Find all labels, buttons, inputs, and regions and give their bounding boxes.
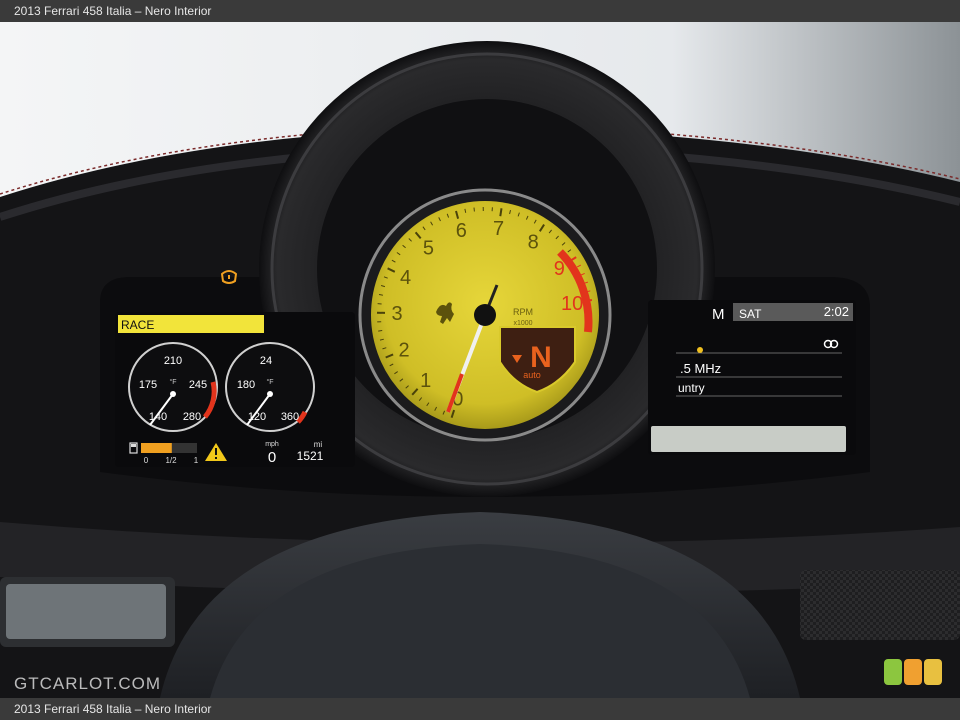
tach-needle-hub — [474, 304, 496, 326]
tach-tick — [378, 330, 383, 332]
tach-number: 6 — [456, 220, 467, 242]
radio-band: M — [712, 306, 725, 323]
radio-frequency: .5 MHz — [680, 361, 721, 376]
fuel-label-empty: 0 — [144, 456, 149, 465]
left-vent-reflection — [6, 584, 166, 639]
gauge1-label-bottom-right: 280 — [183, 411, 201, 423]
tach-number: 3 — [391, 303, 402, 325]
tach-number: 9 — [554, 258, 565, 280]
gauge2-hub — [267, 391, 273, 397]
radio-status-bar — [651, 426, 846, 452]
clock-time: 2:02 — [824, 304, 849, 319]
fuel-bar-fill — [141, 443, 172, 453]
gauge1-hub — [170, 391, 176, 397]
gauge2-label-top: 24 — [260, 355, 272, 367]
tach-number: 7 — [493, 218, 504, 240]
tach-tick — [583, 299, 593, 303]
odometer-unit: mi — [314, 440, 323, 449]
gauge2-unit: °F — [266, 378, 273, 386]
tach-number: 10 — [561, 293, 583, 315]
fuel-label-half: 1/2 — [165, 456, 177, 465]
tach-number: 5 — [423, 238, 434, 260]
caption-top: 2013 Ferrari 458 Italia – Nero Interior — [0, 0, 960, 22]
dashboard-scene: 0123456 78910 RPM x1000 N auto RACE 210 1… — [0, 22, 960, 698]
tach-number: 4 — [400, 267, 411, 289]
tach-number: 8 — [528, 231, 539, 253]
tach-tick — [378, 294, 383, 296]
gauge1-unit: °F — [169, 378, 176, 386]
speed-value: 0 — [268, 449, 276, 466]
fuel-label-full: 1 — [194, 456, 199, 465]
speed-unit: mph — [265, 441, 279, 448]
race-mode-label: RACE — [121, 318, 154, 332]
tach-unit-x1000: x1000 — [513, 320, 532, 327]
tach-number: 2 — [399, 340, 410, 362]
dashboard-photo: 0 1 2 3 4 5 6 7 8 9 10 RPM x1000 N auto RACE 210 1… — [0, 22, 960, 698]
right-carbon-panel — [800, 570, 960, 640]
tach-unit-rpm: RPM — [513, 307, 533, 317]
tach-number: 1 — [420, 370, 431, 392]
gauge1-label-left: 175 — [139, 379, 157, 391]
tach-tick — [499, 208, 503, 217]
gauge2-label-bottom-right: 360 — [281, 411, 299, 423]
watermark-text: GTCARLOT.COM — [14, 674, 162, 693]
caption-bottom: 2013 Ferrari 458 Italia – Nero Interior — [0, 698, 960, 720]
gauge1-label-top: 210 — [164, 355, 182, 367]
gauge1-label-right: 245 — [189, 379, 207, 391]
radio-source: SAT — [739, 307, 762, 321]
gear-mode: auto — [523, 370, 541, 380]
gauge2-label-left: 180 — [237, 379, 255, 391]
watermark-logo-icon — [884, 659, 946, 687]
radio-preset-icon — [697, 347, 703, 353]
odometer-value: 1521 — [297, 449, 324, 463]
radio-genre: untry — [678, 381, 705, 395]
